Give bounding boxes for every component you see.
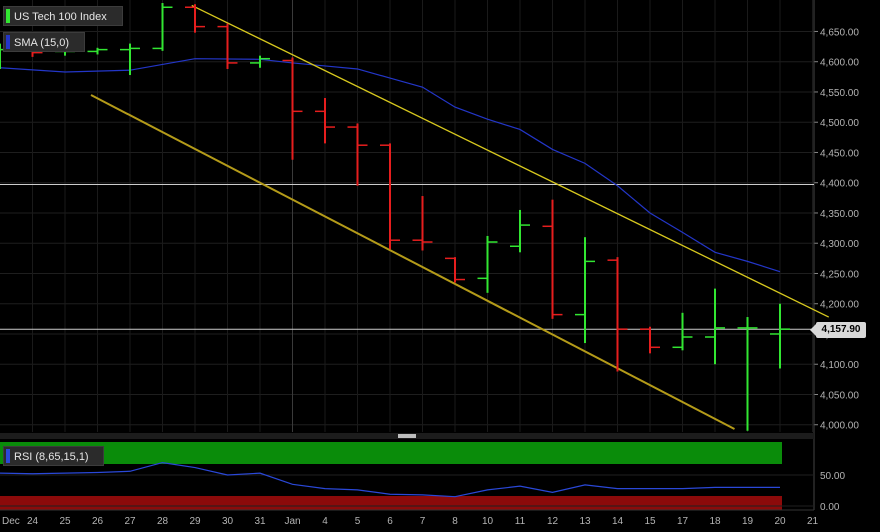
x-tick-label: 13 [579, 516, 591, 527]
x-tick-label: 28 [157, 516, 169, 527]
y-tick-label: 4,300.00 [820, 239, 859, 250]
x-tick-label: 31 [254, 516, 266, 527]
x-tick-label: 4 [322, 516, 328, 527]
x-tick-label: 10 [482, 516, 494, 527]
x-tick-label: 17 [677, 516, 689, 527]
sma-swatch-icon [6, 35, 10, 49]
rsi-overbought-zone [0, 442, 782, 464]
x-tick-label: 14 [612, 516, 624, 527]
x-tick-label: 18 [709, 516, 721, 527]
y-tick-label: 4,500.00 [820, 118, 859, 129]
y-tick-label: 4,050.00 [820, 390, 859, 401]
last-price-tag: 4,157.90 [810, 322, 866, 338]
y-tick-label: 4,450.00 [820, 148, 859, 159]
y-tick-label: 4,350.00 [820, 209, 859, 220]
x-tick-label: 19 [742, 516, 754, 527]
series-swatch-icon [6, 9, 10, 23]
x-tick-label: Dec [2, 516, 20, 527]
x-tick-label: Jan [284, 516, 300, 527]
x-tick-label: 27 [124, 516, 136, 527]
x-tick-label: 25 [59, 516, 71, 527]
splitter-grip-icon [398, 434, 416, 438]
x-tick-label: 29 [189, 516, 201, 527]
rsi-y-tick-label: 0.00 [820, 502, 840, 513]
rsi-oversold-zone [0, 496, 782, 510]
x-tick-label: 12 [547, 516, 559, 527]
y-tick-label: 4,550.00 [820, 88, 859, 99]
legend-main-series[interactable]: US Tech 100 Index [3, 6, 123, 26]
y-tick-label: 4,000.00 [820, 421, 859, 432]
legend-sma-label: SMA (15,0) [14, 37, 70, 49]
y-tick-label: 4,100.00 [820, 360, 859, 371]
y-tick-label: 4,400.00 [820, 179, 859, 190]
y-tick-label: 4,200.00 [820, 300, 859, 311]
legend-main-label: US Tech 100 Index [14, 11, 107, 23]
x-tick-label: 5 [355, 516, 361, 527]
x-tick-label: 8 [452, 516, 458, 527]
x-tick-label: 7 [420, 516, 426, 527]
x-tick-label: 30 [222, 516, 234, 527]
legend-rsi[interactable]: RSI (8,65,15,1) [3, 446, 104, 466]
x-tick-label: 21 [807, 516, 819, 527]
chart-canvas: 4,000.004,050.004,100.004,150.004,200.00… [0, 0, 880, 532]
x-tick-label: 6 [387, 516, 393, 527]
y-tick-label: 4,250.00 [820, 269, 859, 280]
x-tick-label: 20 [774, 516, 786, 527]
x-tick-label: 26 [92, 516, 104, 527]
legend-rsi-label: RSI (8,65,15,1) [14, 451, 89, 463]
x-tick-label: 24 [27, 516, 39, 527]
x-tick-label: 11 [515, 516, 526, 527]
y-tick-label: 4,650.00 [820, 27, 859, 38]
y-tick-label: 4,600.00 [820, 58, 859, 69]
x-tick-label: 15 [644, 516, 656, 527]
legend-sma[interactable]: SMA (15,0) [3, 32, 85, 52]
rsi-y-tick-label: 50.00 [820, 471, 845, 482]
rsi-swatch-icon [6, 449, 10, 463]
